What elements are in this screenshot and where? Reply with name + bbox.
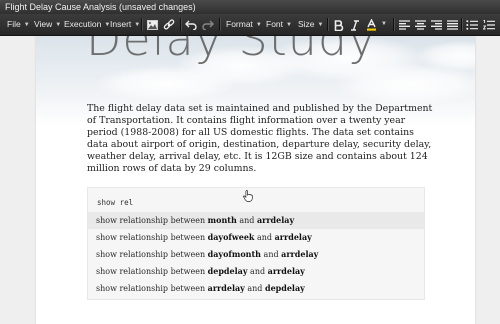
window-title: Flight Delay Cause Analysis (unsaved cha… bbox=[5, 2, 196, 12]
align-center-icon[interactable] bbox=[413, 18, 427, 32]
toolbar-separator bbox=[461, 18, 463, 31]
menu-format[interactable]: Format ▼ bbox=[226, 14, 262, 35]
query-input[interactable]: show rel bbox=[97, 198, 133, 207]
toolbar-separator bbox=[141, 18, 143, 31]
italic-icon[interactable] bbox=[348, 18, 362, 32]
redo-icon[interactable] bbox=[201, 18, 215, 32]
bold-icon[interactable] bbox=[332, 18, 346, 32]
chevron-down-icon: ▼ bbox=[317, 22, 324, 28]
document-page: Delay Study The flight delay data set is… bbox=[36, 36, 475, 324]
intro-paragraph[interactable]: The flight delay data set is maintained … bbox=[87, 103, 437, 175]
chevron-down-icon: ▼ bbox=[23, 22, 30, 28]
query-cell[interactable]: show rel show relationship between month… bbox=[87, 187, 425, 300]
suggestion-item[interactable]: show relationship between month and arrd… bbox=[88, 212, 424, 229]
align-justify-icon[interactable] bbox=[445, 18, 459, 32]
text-color-icon[interactable] bbox=[364, 18, 378, 32]
insert-image-icon[interactable] bbox=[145, 18, 159, 32]
menu-size[interactable]: Size ▼ bbox=[298, 14, 324, 35]
chevron-down-icon: ▼ bbox=[55, 22, 62, 28]
text-color-dropdown[interactable]: ▼ bbox=[378, 14, 387, 35]
align-left-icon[interactable] bbox=[397, 18, 411, 32]
suggestion-item[interactable]: show relationship between dayofmonth and… bbox=[88, 246, 424, 263]
menu-insert[interactable]: Insert ▼ bbox=[110, 14, 140, 35]
numbered-list-icon[interactable] bbox=[482, 18, 496, 32]
toolbar-separator bbox=[393, 18, 395, 31]
suggestion-item[interactable]: show relationship between depdelay and a… bbox=[88, 263, 424, 280]
menu-font[interactable]: Font ▼ bbox=[266, 14, 292, 35]
toolbar-separator bbox=[327, 18, 329, 31]
chevron-down-icon: ▼ bbox=[255, 22, 262, 28]
insert-link-icon[interactable] bbox=[162, 18, 176, 32]
suggestion-item[interactable]: show relationship between dayofweek and … bbox=[88, 229, 424, 246]
chevron-down-icon: ▼ bbox=[286, 22, 292, 28]
suggestion-item[interactable]: show relationship between arrdelay and d… bbox=[88, 280, 424, 297]
toolbar-separator bbox=[180, 18, 182, 31]
chevron-down-icon: ▼ bbox=[134, 22, 141, 28]
align-right-icon[interactable] bbox=[429, 18, 443, 32]
toolbar: File ▼ View ▼ Execution ▼ Insert ▼ Format ▼ F… bbox=[0, 14, 500, 36]
undo-icon[interactable] bbox=[184, 18, 198, 32]
cloud-shape bbox=[96, 66, 236, 101]
toolbar-separator bbox=[219, 18, 221, 31]
menu-file[interactable]: File ▼ bbox=[7, 14, 30, 35]
menu-execution[interactable]: Execution ▼ bbox=[64, 14, 110, 35]
bulleted-list-icon[interactable] bbox=[465, 18, 479, 32]
hand-cursor-icon bbox=[243, 187, 253, 202]
window-title-bar: Flight Delay Cause Analysis (unsaved cha… bbox=[0, 0, 500, 14]
chevron-down-icon: ▼ bbox=[381, 21, 387, 27]
page-title[interactable]: Delay Study bbox=[86, 36, 376, 66]
menu-view[interactable]: View ▼ bbox=[34, 14, 61, 35]
